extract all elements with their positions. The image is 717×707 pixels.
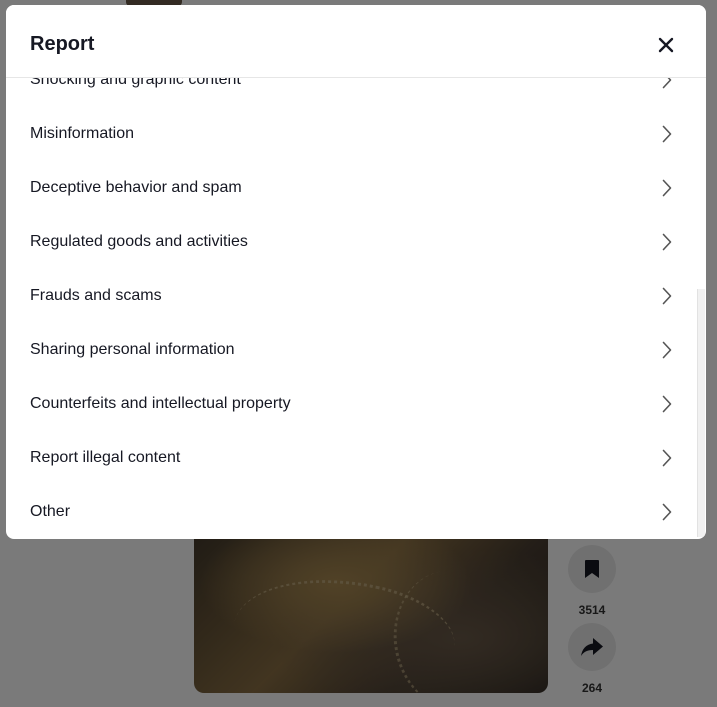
chevron-right-icon [662, 503, 674, 521]
report-reason-illegal-content[interactable]: Report illegal content [6, 431, 698, 485]
report-reason-label: Report illegal content [30, 449, 181, 466]
report-reason-label: Frauds and scams [30, 287, 162, 304]
modal-title: Report [30, 33, 95, 55]
chevron-right-icon [662, 449, 674, 467]
chevron-right-icon [662, 341, 674, 359]
report-reason-list: Shocking and graphic content Misinformat… [6, 53, 698, 539]
report-reason-personal-info[interactable]: Sharing personal information [6, 323, 698, 377]
chevron-right-icon [662, 287, 674, 305]
chevron-right-icon [662, 179, 674, 197]
report-reason-label: Other [30, 503, 71, 520]
report-reason-misinformation[interactable]: Misinformation [6, 107, 698, 161]
report-reason-label: Regulated goods and activities [30, 233, 248, 250]
report-reason-deceptive-spam[interactable]: Deceptive behavior and spam [6, 161, 698, 215]
report-reason-label: Misinformation [30, 125, 135, 142]
chevron-right-icon [662, 395, 674, 413]
report-reason-label: Counterfeits and intellectual property [30, 395, 291, 412]
report-reason-label: Sharing personal information [30, 341, 235, 358]
report-reason-label: Deceptive behavior and spam [30, 179, 242, 196]
report-reason-frauds-scams[interactable]: Frauds and scams [6, 269, 698, 323]
report-reason-counterfeits-ip[interactable]: Counterfeits and intellectual property [6, 377, 698, 431]
chevron-right-icon [662, 125, 674, 143]
report-reason-other[interactable]: Other [6, 485, 698, 539]
scrollbar[interactable] [697, 289, 705, 537]
report-reason-regulated-goods[interactable]: Regulated goods and activities [6, 215, 698, 269]
close-icon [658, 37, 674, 53]
modal-header: Report [6, 5, 706, 78]
chevron-right-icon [662, 233, 674, 251]
close-button[interactable] [652, 33, 680, 57]
report-modal: Report Shocking and graphic content Misi… [6, 5, 706, 539]
